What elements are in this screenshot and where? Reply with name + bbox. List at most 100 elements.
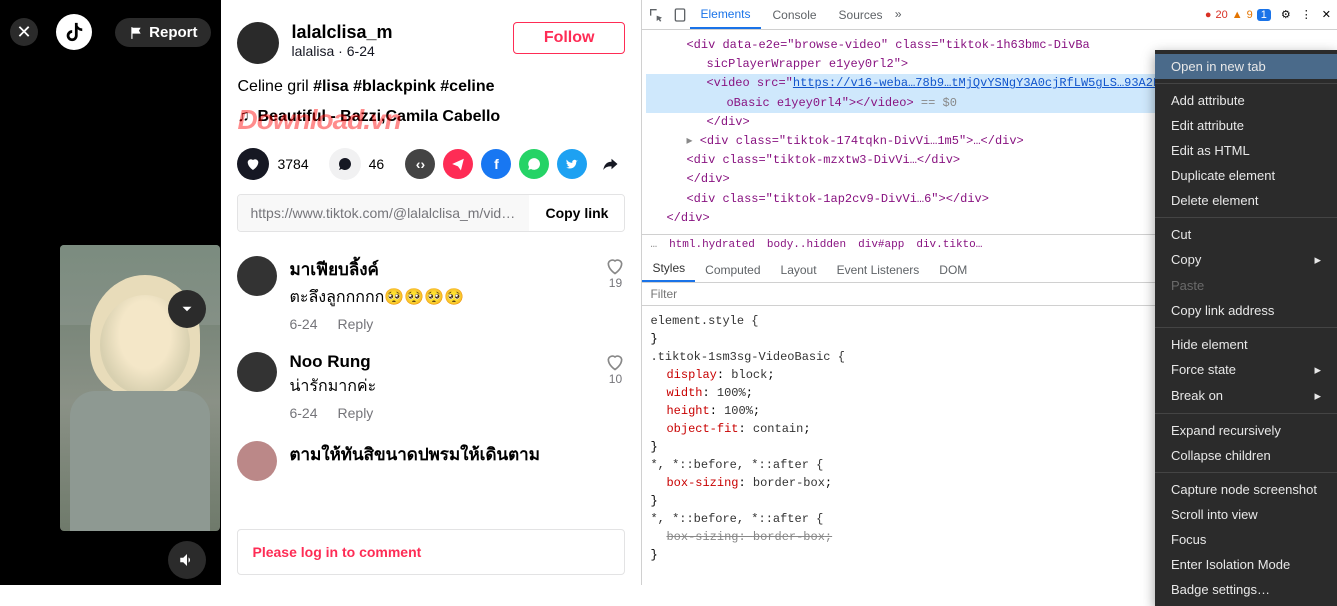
code-icon: ‹› — [416, 156, 425, 172]
ctx-edit-attribute[interactable]: Edit attribute — [1155, 113, 1337, 138]
commenter-name[interactable]: ตามให้ทันสิขนาดปพรมให้เดินตาม — [289, 441, 625, 468]
ctx-open-new-tab[interactable]: Open in new tab — [1155, 54, 1337, 79]
error-count: 20 — [1216, 9, 1228, 21]
settings-icon[interactable]: ⚙ — [1281, 8, 1291, 21]
comment-reply[interactable]: Reply — [338, 316, 374, 332]
layout-tab[interactable]: Layout — [771, 258, 827, 282]
send-icon — [451, 157, 465, 171]
video-url: https://www.tiktok.com/@lalalclisa_m/vid… — [238, 195, 529, 231]
comment-item: ตามให้ทันสิขนาดปพรมให้เดินตาม — [237, 441, 625, 481]
ctx-delete[interactable]: Delete element — [1155, 188, 1337, 213]
ctx-capture[interactable]: Capture node screenshot — [1155, 477, 1337, 502]
comment-item: Noo Rung น่ารักมากค่ะ 6-24 Reply 10 — [237, 352, 625, 421]
share-send-button[interactable] — [443, 149, 473, 179]
video-player[interactable] — [60, 245, 220, 531]
styles-tab[interactable]: Styles — [642, 256, 695, 282]
devtools-tab-console[interactable]: Console — [763, 2, 827, 28]
comment-date: 6-24 — [289, 316, 317, 332]
hashtag[interactable]: #lisa — [313, 78, 349, 95]
tiktok-logo[interactable] — [56, 14, 92, 50]
share-whatsapp-button[interactable] — [519, 149, 549, 179]
comment-item: มาเฟียบลิ้งค์ ตะลึงลูกกกกก🥺🥺🥺🥺 6-24 Repl… — [237, 256, 625, 332]
crumb[interactable]: div.tikto… — [916, 239, 982, 251]
commenter-avatar[interactable] — [237, 256, 277, 296]
info-count: 1 — [1257, 9, 1271, 21]
like-count: 3784 — [277, 156, 308, 172]
comment-text: น่ารักมากค่ะ — [289, 374, 593, 399]
comment-icon — [337, 156, 353, 172]
follow-button[interactable]: Follow — [513, 22, 626, 54]
author-avatar[interactable] — [237, 22, 279, 64]
ctx-cut[interactable]: Cut — [1155, 222, 1337, 247]
share-more-button[interactable] — [595, 149, 625, 179]
report-button[interactable]: Report — [115, 18, 211, 47]
ctx-edit-html[interactable]: Edit as HTML — [1155, 138, 1337, 163]
share-twitter-button[interactable] — [557, 149, 587, 179]
ctx-hide[interactable]: Hide element — [1155, 332, 1337, 357]
copy-link-button[interactable]: Copy link — [529, 195, 624, 231]
like-button[interactable] — [237, 148, 269, 180]
comments-list: มาเฟียบลิ้งค์ ตะลึงลูกกกกก🥺🥺🥺🥺 6-24 Repl… — [237, 256, 625, 481]
whatsapp-icon — [527, 157, 541, 171]
post-panel: lalalclisa_m lalalisa · 6-24 Follow Celi… — [221, 0, 641, 585]
close-button[interactable]: ✕ — [10, 18, 38, 46]
crumb[interactable]: body..hidden — [767, 239, 846, 251]
events-tab[interactable]: Event Listeners — [827, 258, 930, 282]
crumb[interactable]: html.hydrated — [669, 239, 755, 251]
heart-outline-icon[interactable] — [605, 352, 625, 372]
ctx-duplicate[interactable]: Duplicate element — [1155, 163, 1337, 188]
report-label: Report — [149, 24, 197, 41]
device-icon[interactable] — [672, 7, 688, 23]
video-column: ✕ Report — [0, 0, 221, 585]
heart-outline-icon[interactable] — [605, 256, 625, 276]
close-devtools[interactable]: ✕ — [1322, 8, 1331, 21]
more-icon[interactable]: ⋮ — [1301, 8, 1312, 21]
ctx-badge[interactable]: Badge settings… — [1155, 577, 1337, 602]
flag-icon — [129, 26, 143, 40]
ctx-expand[interactable]: Expand recursively — [1155, 418, 1337, 443]
computed-tab[interactable]: Computed — [695, 258, 770, 282]
speaker-icon — [178, 551, 196, 569]
crumb[interactable]: div#app — [858, 239, 904, 251]
context-menu: Open in new tab Add attribute Edit attri… — [1155, 50, 1337, 606]
chevron-down-icon — [178, 300, 196, 318]
ctx-isolation[interactable]: Enter Isolation Mode — [1155, 552, 1337, 577]
ctx-focus[interactable]: Focus — [1155, 527, 1337, 552]
ctx-copy-link-address[interactable]: Copy link address — [1155, 298, 1337, 323]
comment-text: ตะลึงลูกกกกก🥺🥺🥺🥺 — [289, 285, 593, 310]
author-username[interactable]: lalalclisa_m — [291, 22, 392, 43]
hashtag[interactable]: #blackpink — [353, 78, 436, 95]
ctx-add-attribute[interactable]: Add attribute — [1155, 88, 1337, 113]
inspect-icon[interactable] — [648, 7, 664, 23]
facebook-icon: f — [494, 156, 499, 172]
sound-button[interactable] — [168, 541, 206, 579]
warn-count: 9 — [1247, 9, 1253, 21]
comment-reply[interactable]: Reply — [338, 405, 374, 421]
tiktok-icon — [63, 21, 85, 43]
comment-date: 6-24 — [289, 405, 317, 421]
ctx-force-state[interactable]: Force state▸ — [1155, 357, 1337, 383]
commenter-name[interactable]: มาเฟียบลิ้งค์ — [289, 256, 593, 283]
share-facebook-button[interactable]: f — [481, 149, 511, 179]
ctx-collapse[interactable]: Collapse children — [1155, 443, 1337, 468]
watermark: Download.vn — [237, 104, 400, 136]
login-prompt[interactable]: Please log in to comment — [237, 529, 625, 575]
ctx-break-on[interactable]: Break on▸ — [1155, 383, 1337, 409]
commenter-avatar[interactable] — [237, 441, 277, 481]
devtools-tab-sources[interactable]: Sources — [829, 2, 893, 28]
ctx-copy[interactable]: Copy▸ — [1155, 247, 1337, 273]
dombp-tab[interactable]: DOM — [929, 258, 977, 282]
commenter-avatar[interactable] — [237, 352, 277, 392]
music-link[interactable]: ♫ Beautiful - Bazzi,Camila Cabello Downl… — [237, 108, 625, 126]
share-arrow-icon — [601, 155, 619, 173]
comment-count: 46 — [369, 156, 385, 172]
twitter-icon — [565, 157, 579, 171]
commenter-name[interactable]: Noo Rung — [289, 352, 593, 372]
embed-button[interactable]: ‹› — [405, 149, 435, 179]
ctx-paste: Paste — [1155, 273, 1337, 298]
comment-like-count: 19 — [609, 276, 622, 290]
devtools-tab-elements[interactable]: Elements — [690, 1, 760, 29]
comment-button[interactable] — [329, 148, 361, 180]
ctx-scroll[interactable]: Scroll into view — [1155, 502, 1337, 527]
hashtag[interactable]: #celine — [440, 78, 494, 95]
